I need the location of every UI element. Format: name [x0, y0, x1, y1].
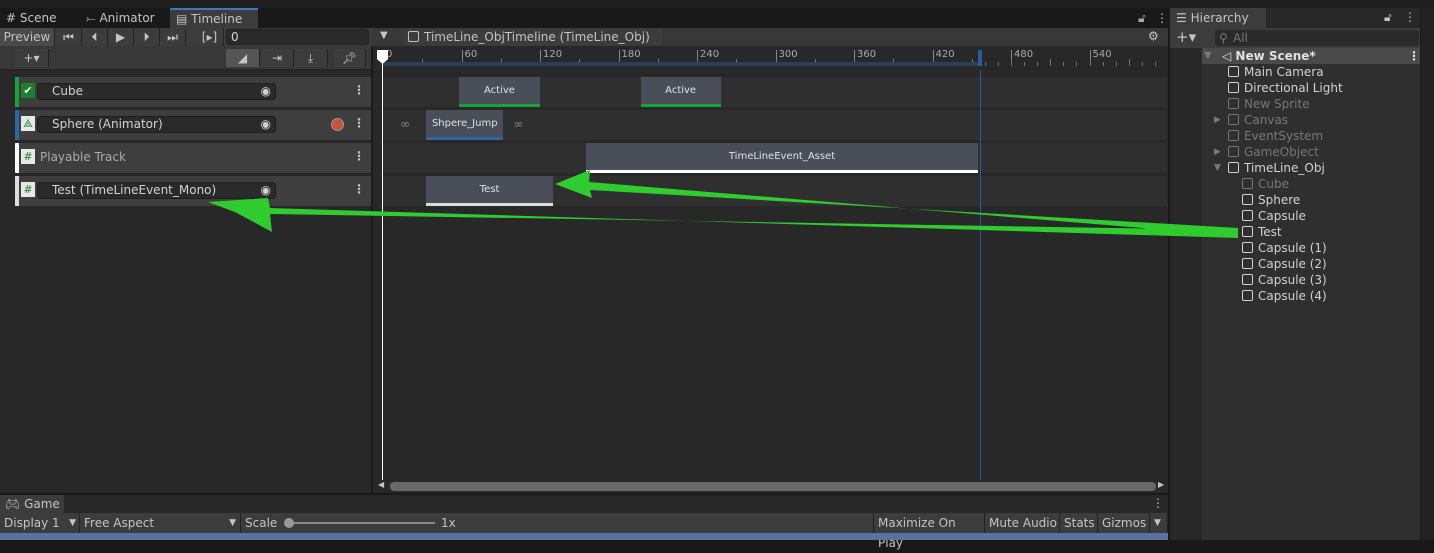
- arrow-to-track: [208, 198, 1238, 238]
- annotation-arrows: [208, 170, 1238, 238]
